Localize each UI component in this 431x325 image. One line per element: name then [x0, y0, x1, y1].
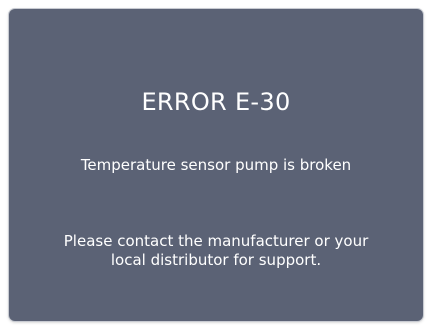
error-title: ERROR E-30 [141, 88, 291, 116]
error-dialog: ERROR E-30 Temperature sensor pump is br… [9, 9, 423, 321]
error-message: Temperature sensor pump is broken [80, 156, 352, 174]
support-instructions: Please contact the manufacturer or your … [63, 232, 369, 269]
